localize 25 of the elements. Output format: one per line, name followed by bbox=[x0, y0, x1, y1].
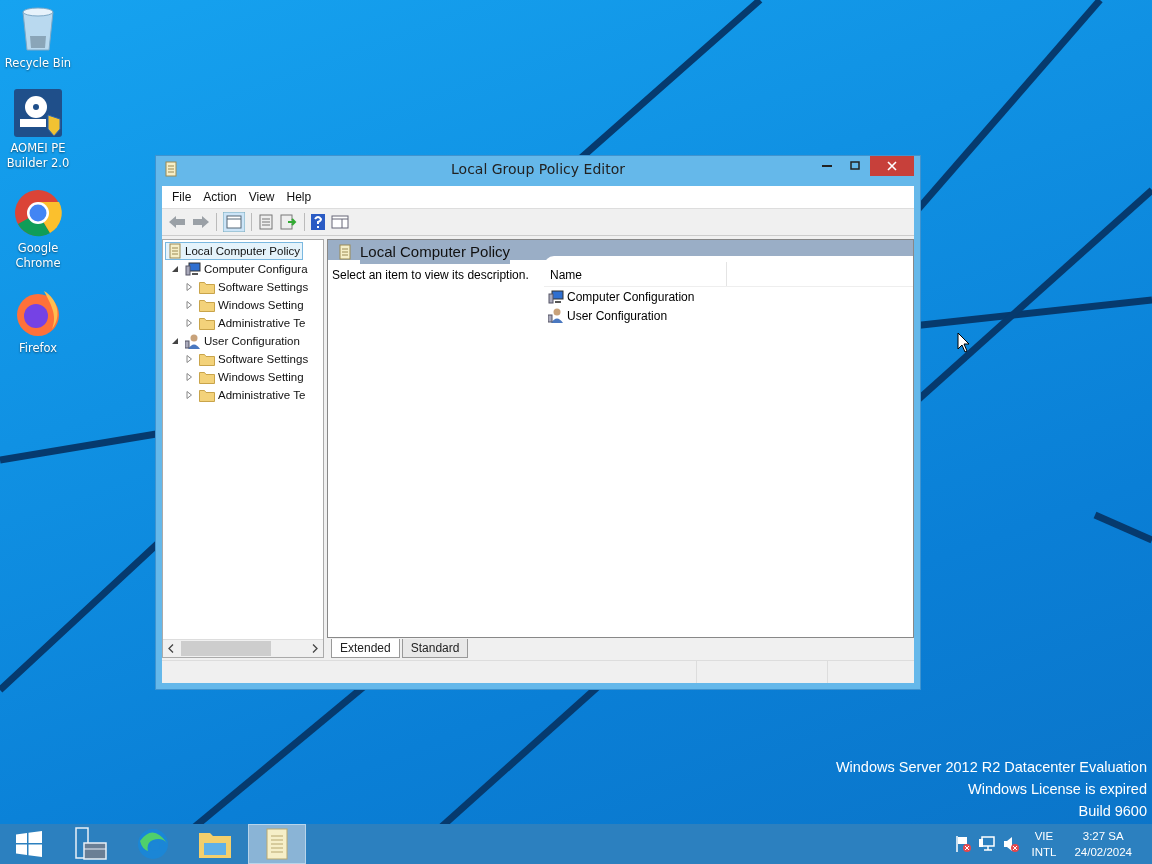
tab[interactable]: Standard bbox=[401, 639, 469, 658]
column-header[interactable]: Name bbox=[544, 262, 727, 286]
clock[interactable]: 3:27 SA 24/02/2024 bbox=[1068, 828, 1138, 860]
window-title: Local Group Policy Editor bbox=[451, 161, 625, 177]
tab[interactable]: Extended bbox=[331, 639, 400, 658]
menu-item[interactable]: Help bbox=[280, 188, 318, 206]
tree-item[interactable]: Local Computer Policy bbox=[165, 242, 304, 260]
system-notice-text: Windows Server 2012 R2 Datacenter Evaluation bbox=[835, 758, 1147, 777]
tree-item[interactable]: Computer Configura bbox=[182, 261, 311, 277]
tree-item[interactable]: Software Settings bbox=[196, 351, 312, 367]
input-language-button[interactable]: VIE INTL bbox=[1025, 828, 1063, 860]
menu-item[interactable]: Action bbox=[197, 188, 243, 206]
tree-item[interactable]: Windows Setting bbox=[196, 369, 307, 385]
system-notice-text: Build 9600 bbox=[1078, 802, 1147, 821]
tree-item[interactable]: Administrative Te bbox=[196, 315, 309, 331]
tree-item[interactable]: Software Settings bbox=[196, 279, 312, 295]
system-notice-text: Windows License is expired bbox=[968, 780, 1147, 799]
description-text: Select an item to view its description. bbox=[332, 268, 529, 282]
list-item[interactable]: User Configuration bbox=[544, 306, 668, 325]
menu-item[interactable]: File bbox=[166, 188, 198, 206]
list-item[interactable]: Computer Configuration bbox=[544, 287, 695, 306]
tree-item[interactable]: User Configuration bbox=[182, 332, 303, 350]
tree-item[interactable]: Administrative Te bbox=[196, 387, 309, 403]
tree-item[interactable]: Windows Setting bbox=[196, 297, 307, 313]
menu-item[interactable]: View bbox=[242, 188, 281, 206]
